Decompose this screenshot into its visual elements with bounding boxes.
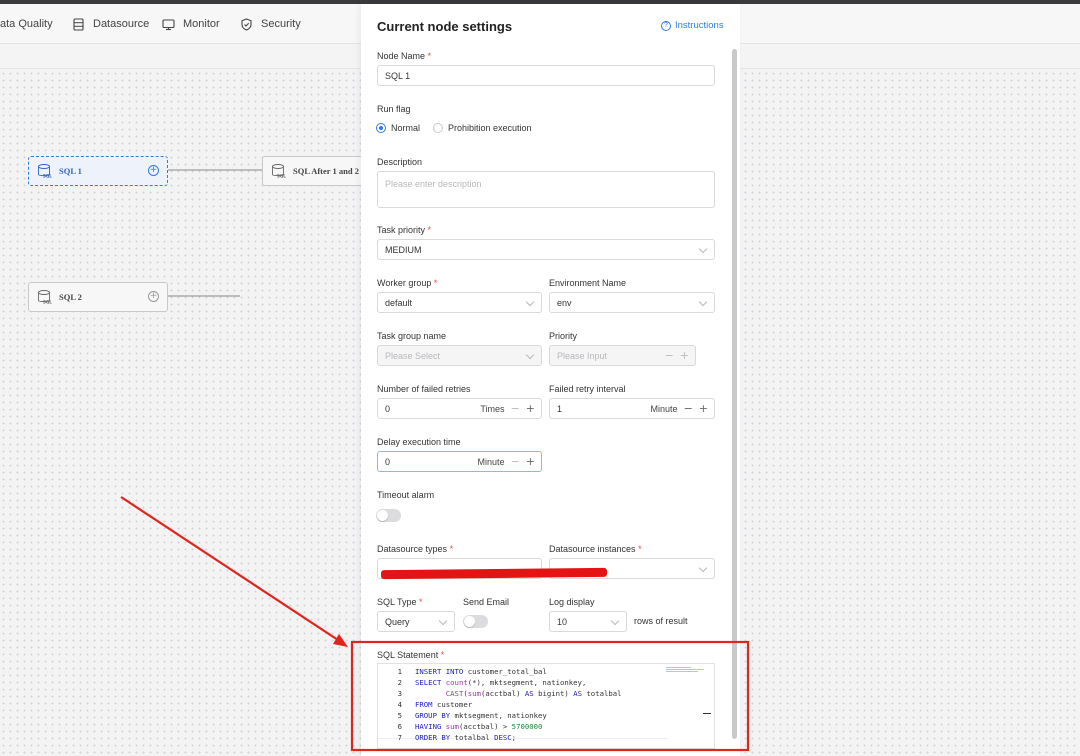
annotation-arrow-line: [120, 496, 339, 641]
annotation-box: [350, 640, 750, 752]
annotation-overlay: [120, 496, 750, 752]
annotation-arrowhead: [333, 634, 348, 647]
